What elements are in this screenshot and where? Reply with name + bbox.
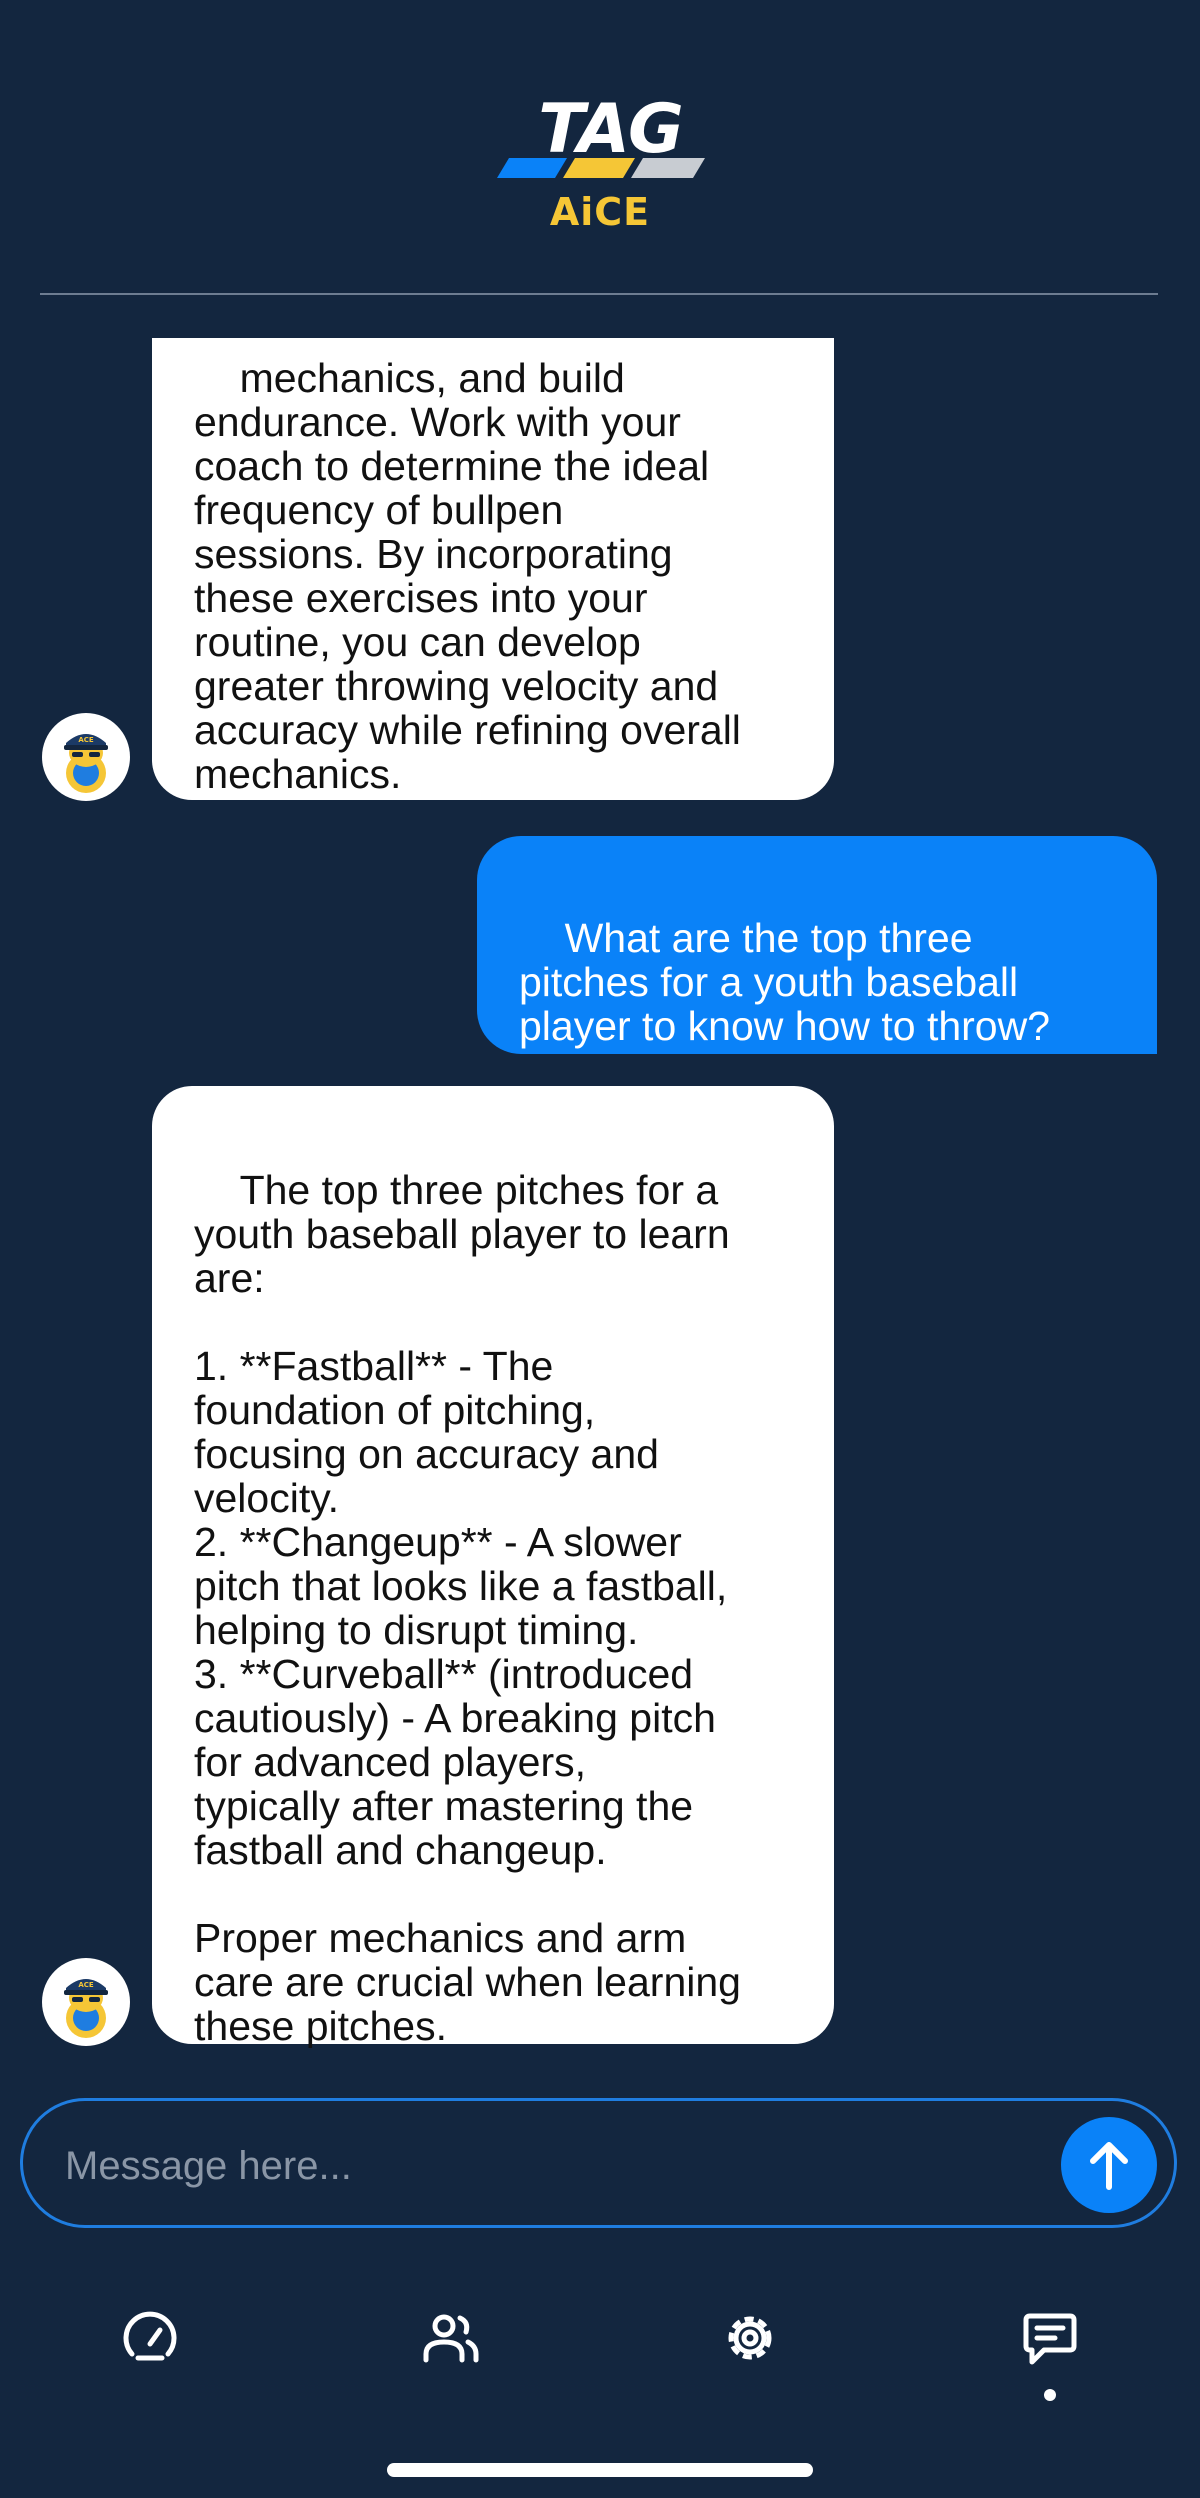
nav-chat[interactable] bbox=[1010, 2300, 1090, 2390]
logo-aice-text: AiCE bbox=[549, 190, 651, 234]
bot-message-bubble: mechanics, and build endurance. Work wit… bbox=[152, 338, 834, 800]
nav-settings[interactable] bbox=[710, 2300, 790, 2390]
gear-icon bbox=[728, 2316, 772, 2360]
user-message-text: What are the top three pitches for a you… bbox=[519, 915, 1050, 1049]
nav-dashboard[interactable] bbox=[110, 2300, 190, 2390]
coach-avatar: ACE bbox=[42, 1958, 130, 2046]
logo-stripes-icon bbox=[497, 158, 705, 178]
message-input[interactable] bbox=[63, 2131, 1047, 2201]
home-indicator[interactable] bbox=[387, 2463, 813, 2477]
coach-avatar: ACE bbox=[42, 713, 130, 801]
message-composer bbox=[20, 2098, 1177, 2228]
svg-text:ACE: ACE bbox=[78, 1981, 94, 1989]
arrow-up-icon bbox=[1090, 2142, 1128, 2190]
svg-text:ACE: ACE bbox=[78, 736, 94, 744]
send-button[interactable] bbox=[1061, 2117, 1157, 2213]
app-header: TAG AiCE bbox=[0, 0, 1200, 295]
logo-tag-text: TAG bbox=[538, 90, 684, 169]
dashboard-gauge-icon bbox=[123, 2311, 177, 2361]
nav-users[interactable] bbox=[410, 2300, 490, 2390]
bot-message-bubble: The top three pitches for a youth baseba… bbox=[152, 1086, 834, 2048]
coach-avatar-icon: ACE bbox=[64, 734, 108, 793]
users-icon bbox=[423, 2314, 479, 2363]
user-message-bubble: What are the top three pitches for a you… bbox=[477, 836, 1157, 1054]
active-tab-indicator bbox=[1044, 2389, 1056, 2401]
chat-thread[interactable]: mechanics, and build endurance. Work wit… bbox=[0, 338, 1200, 2048]
header-divider bbox=[40, 293, 1158, 295]
tag-aice-logo: TAG AiCE bbox=[495, 90, 705, 235]
bottom-nav bbox=[0, 2280, 1200, 2430]
bot-message-text: mechanics, and build endurance. Work wit… bbox=[194, 355, 741, 797]
bot-message-text: The top three pitches for a youth baseba… bbox=[194, 1167, 741, 2048]
chat-bubble-icon bbox=[1023, 2313, 1077, 2365]
coach-avatar-icon: ACE bbox=[64, 1979, 108, 2038]
